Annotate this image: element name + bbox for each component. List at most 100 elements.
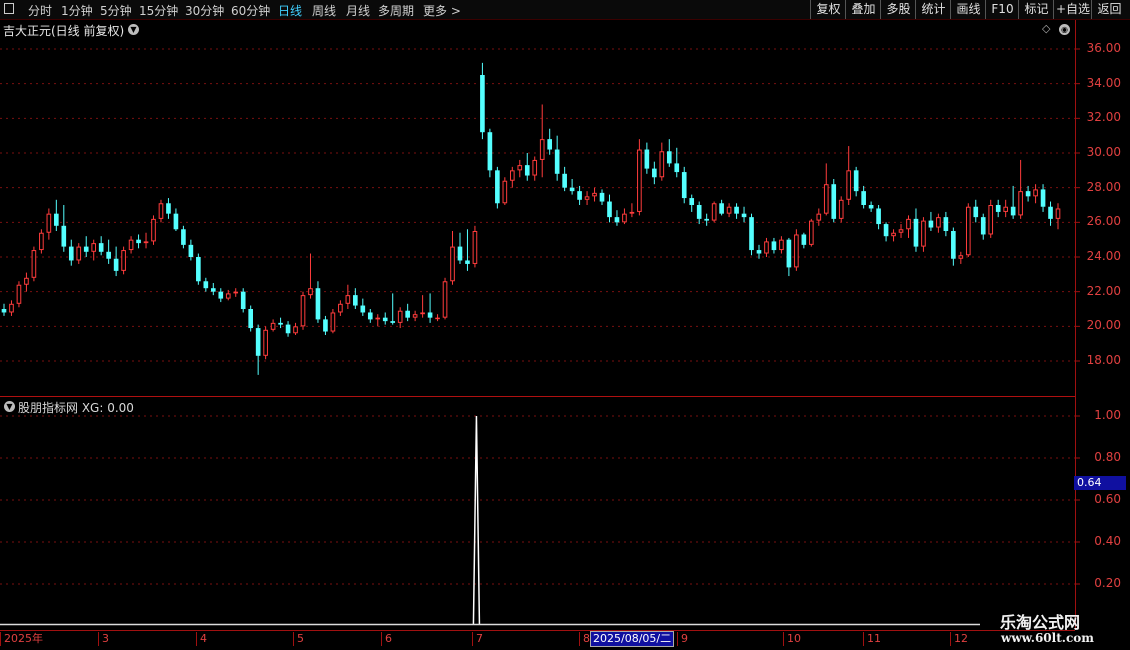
indicator-tick-label: 0.20 xyxy=(1094,576,1121,590)
candle xyxy=(666,139,672,167)
candle xyxy=(831,179,837,223)
candle-body xyxy=(345,295,351,304)
candle-body xyxy=(823,184,829,214)
candle-body xyxy=(786,239,792,268)
candle xyxy=(390,293,396,325)
candle xyxy=(61,205,67,252)
candle-body xyxy=(599,192,605,202)
price-axis-line xyxy=(1075,20,1076,630)
candle xyxy=(637,139,642,216)
candle xyxy=(300,291,306,330)
candle-body xyxy=(734,206,739,214)
candle xyxy=(659,142,665,181)
date-tick-label: 7 xyxy=(472,632,483,646)
candle-body xyxy=(539,139,545,160)
candle-body xyxy=(809,220,814,245)
candle xyxy=(823,163,829,216)
candle xyxy=(360,298,366,316)
candle-body xyxy=(936,217,941,228)
candle xyxy=(472,225,478,268)
candle xyxy=(54,199,59,231)
candle xyxy=(353,288,358,309)
candle xyxy=(943,211,949,237)
price-tick-label: 20.00 xyxy=(1086,318,1121,333)
candle xyxy=(644,142,650,174)
candle xyxy=(1033,184,1038,204)
candle-body xyxy=(801,234,807,245)
candle-body xyxy=(853,170,859,192)
candle xyxy=(285,321,291,337)
candle xyxy=(91,239,97,261)
candle xyxy=(1,303,7,316)
candle-body xyxy=(420,312,425,315)
cursor-date-badge: 2025/08/05/二 xyxy=(590,631,675,647)
candle xyxy=(928,211,934,231)
candle xyxy=(794,229,799,271)
candle-body xyxy=(1055,208,1061,219)
candle xyxy=(420,295,425,318)
candle-body xyxy=(666,151,672,164)
date-tick-label: 12 xyxy=(950,632,968,646)
price-tick-label: 34.00 xyxy=(1086,75,1121,90)
candle-body xyxy=(16,284,22,304)
indicator-tick-label: 0.60 xyxy=(1094,492,1121,506)
candle-body xyxy=(151,218,156,242)
candle-body xyxy=(517,165,523,171)
candle-body xyxy=(988,205,994,235)
candle xyxy=(345,284,351,309)
candle xyxy=(330,309,336,334)
candle-body xyxy=(248,309,253,329)
candle-body xyxy=(719,203,724,214)
candle-body xyxy=(562,173,567,188)
date-tick-label: 4 xyxy=(196,632,207,646)
candle-body xyxy=(644,149,650,169)
candle-body xyxy=(779,239,784,251)
candle xyxy=(270,319,276,332)
candle xyxy=(921,217,926,252)
candle xyxy=(76,243,82,264)
indicator-chevron-icon[interactable]: ▼ xyxy=(4,401,15,412)
candle xyxy=(696,201,702,225)
price-tick-label: 26.00 xyxy=(1086,214,1121,229)
candle-body xyxy=(547,139,553,150)
candle-body xyxy=(883,224,889,237)
candle xyxy=(599,189,605,205)
candle xyxy=(308,253,313,299)
candle xyxy=(1018,159,1023,219)
candle-body xyxy=(652,168,657,178)
candle-body xyxy=(203,281,209,289)
candle-body xyxy=(838,199,844,219)
candle xyxy=(502,177,508,205)
candle xyxy=(173,208,179,231)
candle-body xyxy=(76,246,82,261)
candle-body xyxy=(958,255,964,259)
candle-body xyxy=(921,220,926,247)
xg-series xyxy=(472,415,481,625)
candle xyxy=(554,135,560,181)
candle-body xyxy=(1018,191,1023,216)
candle xyxy=(853,166,859,197)
candle-body xyxy=(509,170,515,181)
candle-body xyxy=(764,241,769,254)
candle-body xyxy=(554,149,560,174)
candle-body xyxy=(390,321,396,323)
candle-body xyxy=(128,239,134,251)
candle xyxy=(809,218,814,247)
candle xyxy=(158,199,164,223)
candle-body xyxy=(584,196,590,200)
candle xyxy=(771,237,777,254)
candle xyxy=(1040,184,1046,212)
candle-body xyxy=(98,243,104,252)
chart-canvas[interactable] xyxy=(0,0,1130,650)
candlestick-series xyxy=(1,62,1061,375)
indicator-tick-label: 1.00 xyxy=(1094,408,1121,422)
candle-body xyxy=(928,220,934,228)
candle-body xyxy=(756,250,762,254)
price-tick-label: 36.00 xyxy=(1086,41,1121,55)
candle xyxy=(46,208,52,240)
candle xyxy=(584,191,590,205)
candle xyxy=(405,303,410,322)
candle-body xyxy=(861,191,866,205)
candle xyxy=(629,203,635,218)
candle xyxy=(166,198,171,219)
